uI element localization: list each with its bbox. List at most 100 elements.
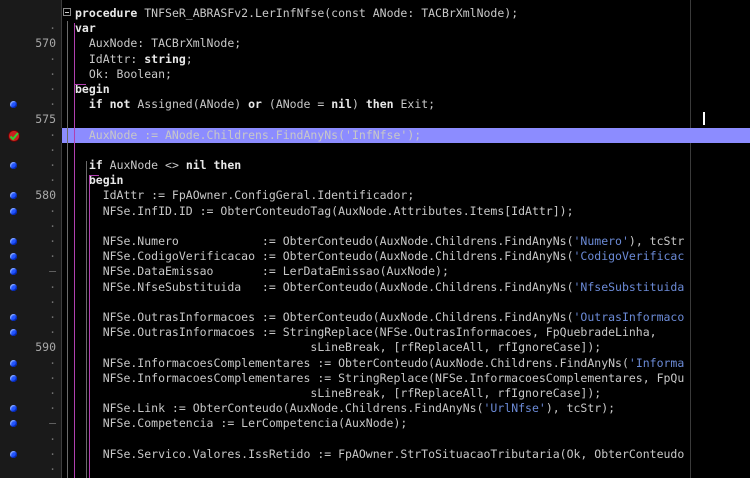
gutter-cell[interactable] — [0, 6, 62, 21]
code-line[interactable]: · begin — [0, 82, 750, 97]
code-line[interactable]: · NFSe.OutrasInformacoes := StringReplac… — [0, 325, 750, 340]
code-line[interactable]: · NFSe.Numero := ObterConteudo(AuxNode.C… — [0, 234, 750, 249]
line-number: · — [49, 21, 56, 36]
gutter-cell[interactable]: – — [0, 264, 62, 279]
code-line[interactable]: · NFSe.NfseSubstituida := ObterConteudo(… — [0, 280, 750, 295]
gutter-cell[interactable]: – — [0, 416, 62, 431]
breakpoint-dot-icon[interactable] — [10, 420, 17, 428]
line-number: 580 — [35, 188, 56, 203]
fold-guide-var — [74, 23, 75, 84]
code-line[interactable]: · — [0, 143, 750, 158]
gutter-cell[interactable]: · — [0, 447, 62, 462]
gutter-cell[interactable]: · — [0, 462, 62, 477]
gutter-cell[interactable]: · — [0, 432, 62, 447]
line-number: · — [49, 142, 56, 157]
code-line[interactable]: · — [0, 432, 750, 447]
keyword-token: nil — [331, 97, 352, 112]
breakpoint-dot-icon[interactable] — [10, 192, 17, 200]
code-line-selected[interactable]: · AuxNode := ANode.Childrens.FindAnyNs('… — [0, 127, 750, 143]
gutter-cell[interactable]: · — [0, 173, 62, 188]
code-line[interactable]: · if not Assigned(ANode) or (ANode = nil… — [0, 97, 750, 112]
gutter-cell[interactable]: · — [0, 325, 62, 340]
code-text: sLineBreak, [rfReplaceAll, rfIgnoreCase]… — [75, 340, 601, 355]
code-line[interactable]: · — [0, 295, 750, 310]
code-line[interactable]: · NFSe.CodigoVerificacao := ObterConteud… — [0, 249, 750, 264]
gutter-cell[interactable]: · — [0, 295, 62, 310]
code-line[interactable]: · if AuxNode <> nil then — [0, 158, 750, 173]
breakpoint-dot-icon[interactable] — [10, 253, 17, 261]
gutter-cell[interactable]: · — [0, 204, 62, 219]
breakpoint-dot-icon[interactable] — [10, 314, 17, 321]
code-line[interactable]: · begin — [0, 173, 750, 188]
code-line[interactable]: – NFSe.DataEmissao := LerDataEmissao(Aux… — [0, 264, 750, 279]
gutter-cell[interactable]: · — [0, 97, 62, 112]
breakpoint-dot-icon[interactable] — [10, 374, 17, 382]
gutter-cell[interactable]: · — [0, 401, 62, 416]
code-editor[interactable]: procedure TNFSeR_ABRASFv2.LerInfNfse(con… — [0, 0, 750, 478]
breakpoint-dot-icon[interactable] — [10, 329, 17, 337]
gutter-cell[interactable]: 575 — [0, 112, 62, 127]
breakpoint-dot-icon[interactable] — [10, 207, 17, 215]
code-line[interactable]: procedure TNFSeR_ABRASFv2.LerInfNfse(con… — [0, 6, 750, 21]
string-token: 'Numero' — [573, 234, 629, 248]
code-line[interactable]: 575 — [0, 112, 750, 127]
gutter-cell[interactable]: · — [0, 356, 62, 371]
breakpoint-dot-icon[interactable] — [10, 101, 17, 109]
code-line[interactable]: · NFSe.InfID.ID := ObterConteudoTag(AuxN… — [0, 204, 750, 219]
code-text: NFSe.InformacoesComplementares := String… — [75, 370, 685, 386]
gutter-cell[interactable]: · — [0, 21, 62, 36]
gutter-cell[interactable]: · — [0, 234, 62, 249]
code-line[interactable]: 580 IdAttr := FpAOwner.ConfigGeral.Ident… — [0, 188, 750, 203]
breakpoint-execution-icon[interactable] — [7, 129, 21, 143]
line-number: · — [49, 462, 56, 476]
text-token: sLineBreak, [rfReplaceAll, rfIgnoreCase]… — [75, 386, 602, 400]
gutter-cell[interactable]: · — [0, 219, 62, 234]
code-line[interactable]: 570 AuxNode: TACBrXmlNode; — [0, 36, 750, 51]
fold-guide-procedure — [67, 21, 68, 478]
code-line[interactable]: · NFSe.OutrasInformacoes := ObterConteud… — [0, 310, 750, 325]
code-line[interactable]: · — [0, 219, 750, 234]
breakpoint-dot-icon[interactable] — [10, 450, 17, 458]
gutter-cell[interactable]: · — [0, 386, 62, 401]
breakpoint-dot-icon[interactable] — [10, 359, 17, 367]
code-line[interactable]: · Ok: Boolean; — [0, 67, 750, 82]
keyword-token: or — [248, 97, 269, 112]
code-line[interactable]: 590 sLineBreak, [rfReplaceAll, rfIgnoreC… — [0, 340, 750, 355]
code-line[interactable]: · NFSe.InformacoesComplementares := Stri… — [0, 371, 750, 386]
code-line[interactable]: · NFSe.Servico.Valores.IssRetido := FpAO… — [0, 447, 750, 462]
code-line[interactable]: – NFSe.Competencia := LerCompetencia(Aux… — [0, 416, 750, 431]
code-line[interactable]: · — [0, 462, 750, 477]
gutter-cell[interactable]: · — [0, 82, 62, 97]
code-line[interactable]: · var — [0, 21, 750, 36]
code-text: NFSe.OutrasInformacoes := ObterConteudo(… — [75, 310, 685, 325]
line-number: – — [49, 416, 56, 431]
code-line[interactable]: · NFSe.InformacoesComplementares := Obte… — [0, 356, 750, 371]
text-token: ), tcStr); — [545, 401, 616, 416]
gutter-cell[interactable]: 580 — [0, 188, 62, 203]
gutter-cell[interactable]: · — [0, 310, 62, 325]
breakpoint-dot-icon[interactable] — [10, 268, 17, 276]
code-line[interactable]: · IdAttr: string; — [0, 52, 750, 67]
gutter-cell[interactable]: · — [0, 249, 62, 264]
gutter-cell[interactable]: · — [0, 158, 62, 173]
breakpoint-dot-icon[interactable] — [10, 405, 17, 413]
gutter-cell[interactable]: · — [0, 143, 62, 158]
keyword-token: procedure — [75, 6, 145, 20]
breakpoint-dot-icon[interactable] — [10, 283, 17, 291]
gutter-cell[interactable]: 570 — [0, 36, 62, 51]
code-text: NFSe.Servico.Valores.IssRetido := FpAOwn… — [75, 447, 685, 462]
fold-collapse-icon[interactable] — [63, 8, 71, 16]
code-line[interactable]: · NFSe.Link := ObterConteudo(AuxNode.Chi… — [0, 401, 750, 416]
gutter-cell[interactable]: · — [0, 127, 62, 143]
breakpoint-dot-icon[interactable] — [10, 162, 17, 169]
gutter-cell[interactable]: · — [0, 67, 62, 82]
gutter-cell[interactable]: · — [0, 52, 62, 67]
line-number: · — [49, 294, 56, 309]
breakpoint-dot-icon[interactable] — [10, 238, 17, 245]
line-number: · — [49, 355, 56, 370]
code-line[interactable]: · sLineBreak, [rfReplaceAll, rfIgnoreCas… — [0, 386, 750, 401]
gutter-cell[interactable]: · — [0, 371, 62, 386]
gutter-cell[interactable]: 590 — [0, 340, 62, 355]
gutter-cell[interactable]: · — [0, 280, 62, 295]
text-token: NFSe.InformacoesComplementares := String… — [75, 370, 685, 385]
